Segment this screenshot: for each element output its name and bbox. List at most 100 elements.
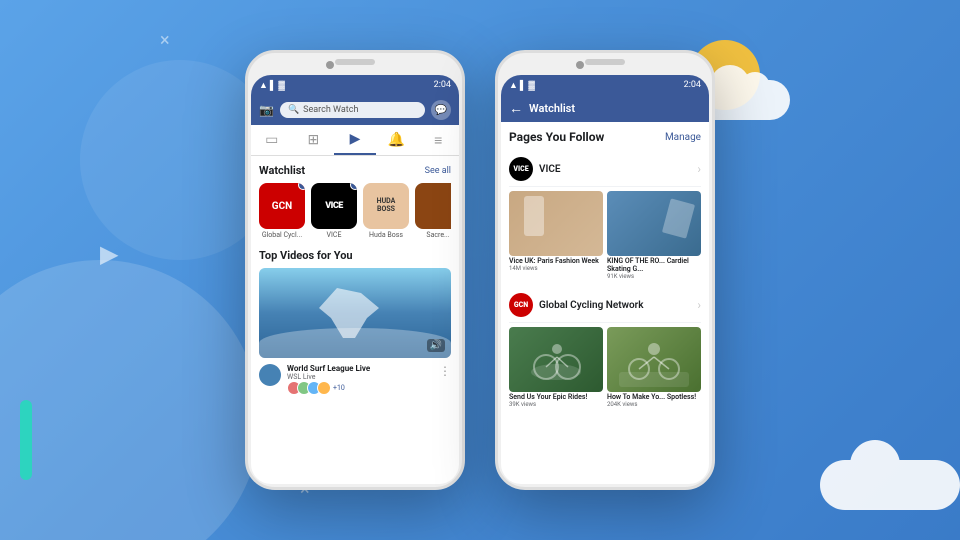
gcn-video-grid: Send Us Your Epic Rides! 39K views: [509, 327, 701, 408]
vice-video-left-container: Vice UK: Paris Fashion Week 14M views: [509, 191, 603, 280]
vice-video-right[interactable]: [607, 191, 701, 256]
gcn-label: Global Cycl...: [259, 231, 305, 239]
nav-menu[interactable]: ≡: [417, 125, 459, 155]
gcn-chevron-icon: ›: [697, 298, 701, 312]
vice-video-right-title: KING OF THE RO... Cardiel Skating G...: [607, 257, 701, 273]
nav-grid[interactable]: ⊞: [293, 125, 335, 155]
gcn-icon-text: GCN: [514, 301, 528, 309]
vice-thumb-bg: VICE: [311, 183, 357, 229]
phone-1-nav: ▭ ⊞ ▶ 🔔 ≡: [251, 125, 459, 156]
signal-icon: ▌: [270, 80, 276, 91]
vice-page-name: VICE: [539, 164, 561, 175]
gcn-video-right-container: How To Make Yo... Spotless! 204K views: [607, 327, 701, 408]
vice-label: VICE: [311, 231, 357, 239]
gcn-thumb: GCN: [259, 183, 305, 229]
gcn-thumb-bg: GCN: [259, 183, 305, 229]
top-videos-header: Top Videos for You: [259, 249, 451, 262]
top-videos-title: Top Videos for You: [259, 249, 353, 262]
vice-thumb: VICE: [311, 183, 357, 229]
video-title: World Surf League Live: [287, 364, 433, 373]
phones-container: ▲ ▌ ▓ 2:04 📷 🔍 Search Watch 💬: [0, 0, 960, 540]
skate-figure: [662, 198, 695, 238]
phone-1-status-bar: ▲ ▌ ▓ 2:04: [251, 75, 459, 95]
back-button[interactable]: ←: [509, 100, 523, 117]
messenger-icon[interactable]: 💬: [431, 100, 451, 120]
phone-2-content: Pages You Follow Manage VICE VICE ›: [501, 122, 709, 484]
vice-page-item[interactable]: VICE VICE ›: [509, 152, 701, 187]
watchlist-row: GCN Global Cycl... VICE: [259, 183, 451, 239]
phone-2-status-icons: ▲ ▌ ▓: [509, 80, 535, 91]
phone-2-status-bar: ▲ ▌ ▓ 2:04: [501, 75, 709, 95]
pages-section-header: Pages You Follow Manage: [509, 130, 701, 144]
nav-home[interactable]: ▭: [251, 125, 293, 155]
nav-notifications[interactable]: 🔔: [376, 125, 418, 155]
gcn-video-left[interactable]: [509, 327, 603, 392]
wifi-icon: ▲: [259, 80, 268, 91]
gcn-video-left-container: Send Us Your Epic Rides! 39K views: [509, 327, 603, 408]
vice-video-left[interactable]: [509, 191, 603, 256]
bell-icon: 🔔: [388, 132, 405, 148]
phone-1-status-icons: ▲ ▌ ▓: [259, 80, 285, 91]
main-video-thumb[interactable]: 🔊: [259, 268, 451, 358]
sacred-thumb: [415, 183, 451, 229]
vice-icon-text: VICE: [513, 165, 528, 173]
phone-1-screen: ▲ ▌ ▓ 2:04 📷 🔍 Search Watch 💬: [251, 75, 459, 484]
vice-video-left-views: 14M views: [509, 265, 603, 272]
vice-badge: [350, 183, 357, 190]
watchlist-section-header: Watchlist See all: [259, 164, 451, 177]
watchlist-item-huda[interactable]: HUDABOSS Huda Boss: [363, 183, 409, 239]
gcn-page-icon: GCN: [509, 293, 533, 317]
search-bar[interactable]: 🔍 Search Watch: [280, 102, 425, 118]
phone-2-camera: [576, 61, 584, 69]
camera-icon[interactable]: 📷: [259, 103, 274, 117]
video-meta: World Surf League Live WSL Live +10: [287, 364, 433, 395]
phone-1-content: Watchlist See all GCN Global Cycl...: [251, 156, 459, 484]
watchlist-header-title: Watchlist: [529, 102, 575, 115]
more-options-icon[interactable]: ⋮: [439, 364, 451, 378]
huda-logo: HUDABOSS: [377, 198, 396, 213]
fashion-figure: [524, 196, 544, 236]
avatar-4: [317, 381, 331, 395]
video-subtitle: WSL Live: [287, 373, 433, 381]
phone-2-header: ← Watchlist: [501, 95, 709, 122]
vice-page-icon: VICE: [509, 157, 533, 181]
gcn-video-right[interactable]: [607, 327, 701, 392]
wave-graphic: [259, 328, 451, 358]
see-all-link[interactable]: See all: [425, 166, 451, 176]
vice-video-right-container: KING OF THE RO... Cardiel Skating G... 9…: [607, 191, 701, 280]
search-icon: 🔍: [288, 105, 299, 115]
phone-1-time: 2:04: [434, 80, 451, 90]
vice-video-right-views: 91K views: [607, 273, 701, 280]
phone-2-screen: ▲ ▌ ▓ 2:04 ← Watchlist Pages You Follow …: [501, 75, 709, 484]
phone-2-notch: [585, 59, 625, 65]
sacred-thumb-bg: [415, 183, 451, 229]
wsl-avatar: [259, 364, 281, 386]
gcn-logo: GCN: [272, 201, 292, 212]
battery-icon: ▓: [278, 80, 285, 91]
plus-count: +10: [333, 384, 345, 392]
gcn-video-right-views: 204K views: [607, 401, 701, 408]
grid-icon: ⊞: [308, 132, 320, 148]
watchlist-item-gcn[interactable]: GCN Global Cycl...: [259, 183, 305, 239]
search-placeholder: Search Watch: [303, 105, 358, 115]
manage-link[interactable]: Manage: [665, 132, 701, 143]
pages-title: Pages You Follow: [509, 130, 604, 144]
vice-chevron-icon: ›: [697, 162, 701, 176]
huda-thumb: HUDABOSS: [363, 183, 409, 229]
watchlist-item-vice[interactable]: VICE VICE: [311, 183, 357, 239]
phone-2: ▲ ▌ ▓ 2:04 ← Watchlist Pages You Follow …: [495, 50, 715, 490]
phone-1-header: 📷 🔍 Search Watch 💬: [251, 95, 459, 125]
watchlist-item-sacred[interactable]: Sacre...: [415, 183, 451, 239]
phone-1-camera: [326, 61, 334, 69]
sacred-label: Sacre...: [415, 231, 451, 239]
vice-logo: VICE: [325, 201, 343, 211]
volume-icon: 🔊: [427, 339, 445, 352]
signal-icon-2: ▌: [520, 80, 526, 91]
gcn-page-name: Global Cycling Network: [539, 300, 644, 311]
gcn-page-item[interactable]: GCN Global Cycling Network ›: [509, 288, 701, 323]
nav-watch[interactable]: ▶: [334, 125, 376, 155]
huda-label: Huda Boss: [363, 231, 409, 239]
viewer-avatars: +10: [287, 381, 433, 395]
gcn-video-right-title: How To Make Yo... Spotless!: [607, 393, 701, 401]
gcn-video-left-views: 39K views: [509, 401, 603, 408]
